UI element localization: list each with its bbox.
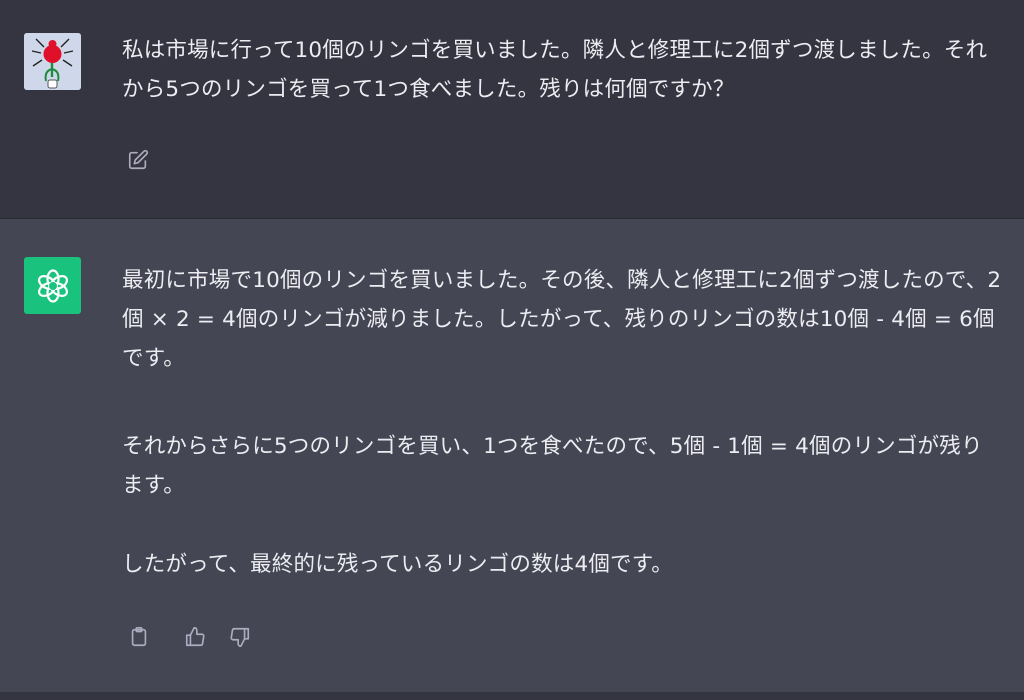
thumbs-up-button[interactable] (182, 624, 208, 650)
edit-icon (128, 149, 149, 170)
clipboard-icon (131, 627, 147, 647)
user-message-text: 私は市場に行って10個のリンゴを買いました。隣人と修理工に2個ずつ渡しました。そ… (122, 38, 988, 102)
assistant-paragraph-1: 最初に市場で10個のリンゴを買いました。その後、隣人と修理工に2個ずつ渡したので… (122, 268, 1002, 371)
thumbs-down-button[interactable] (227, 624, 253, 650)
copy-button[interactable] (126, 624, 152, 650)
assistant-paragraph-3: したがって、最終的に残っているリンゴの数は4個です。 (122, 552, 674, 577)
edit-button[interactable] (125, 147, 151, 173)
assistant-avatar (24, 257, 81, 314)
openai-logo-icon (37, 268, 68, 303)
thumbs-up-icon (185, 627, 205, 647)
user-avatar (24, 33, 81, 90)
assistant-paragraph-2: それからさらに5つのリンゴを買い、1つを食べたので、5個 - 1個 = 4個のリ… (122, 434, 983, 498)
thumbs-down-icon (230, 627, 250, 647)
spider-avatar-icon (24, 33, 81, 90)
bottom-strip (0, 692, 1024, 700)
